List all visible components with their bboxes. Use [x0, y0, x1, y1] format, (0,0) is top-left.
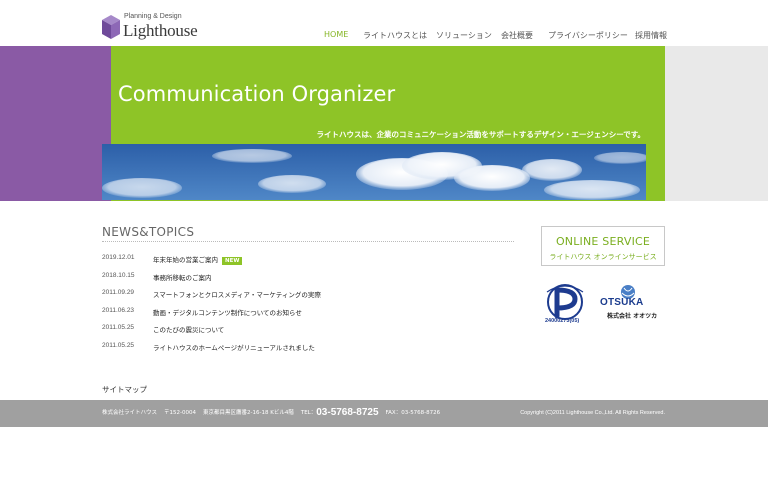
footer-address: 東京都目黒区鷹番2-16-18 Kビル4階: [203, 410, 294, 416]
footer-company: 株式会社ライトハウス: [102, 410, 158, 416]
news-date: 2011.09.29: [102, 289, 135, 296]
news-link[interactable]: スマートフォンとクロスメディア・マーケティングの実際: [153, 289, 321, 299]
news-link[interactable]: 年末年始の営業ご案内 NEW: [153, 254, 243, 265]
hero-gray-panel: [665, 46, 768, 201]
logo-subtitle: Planning & Design: [124, 13, 182, 20]
hero-purple-panel: [0, 46, 111, 201]
news-item: 2011.09.29 スマートフォンとクロスメディア・マーケティングの実際: [102, 289, 522, 307]
news-link[interactable]: 事務所移転のご案内: [153, 272, 212, 282]
nav-company[interactable]: 会社概要: [501, 30, 533, 41]
online-service-title: ONLINE SERVICE: [555, 235, 651, 248]
news-item: 2011.05.25 このたびの震災について: [102, 324, 522, 342]
news-date: 2018.10.15: [102, 271, 135, 279]
online-service-banner[interactable]: ONLINE SERVICE ライトハウス オンラインサービス: [541, 226, 665, 266]
news-title[interactable]: 年末年始の営業ご案内: [153, 256, 218, 264]
main-nav: HOME ライトハウスとは ソリューション 会社概要 プライバシーポリシー 採用…: [0, 30, 768, 42]
footer: 株式会社ライトハウス 〒152-0004 東京都目黒区鷹番2-16-18 Kビル…: [0, 400, 768, 427]
hero-title: Communication Organizer: [118, 82, 396, 106]
news-link[interactable]: 動画・デジタルコンテンツ制作についてのお知らせ: [153, 307, 302, 317]
footer-tel-label: TEL：: [300, 410, 317, 416]
nav-privacy[interactable]: プライバシーポリシー: [548, 30, 628, 41]
news-item: 2011.05.25 ライトハウスのホームページがリニューアルされました: [102, 342, 522, 360]
news-link[interactable]: ライトハウスのホームページがリニューアルされました: [153, 342, 315, 352]
sky-clouds-image: [102, 144, 646, 200]
footer-tel: 03-5768-8725: [316, 407, 379, 418]
footer-fax: FAX：03-5768-8726: [385, 410, 441, 416]
nav-home[interactable]: HOME: [324, 30, 348, 39]
news-list: 2019.12.01 年末年始の営業ご案内 NEW 2018.10.15 事務所移…: [102, 254, 522, 359]
news-link[interactable]: このたびの震災について: [153, 324, 224, 334]
nav-solutions[interactable]: ソリューション: [436, 30, 492, 41]
footer-contact: 株式会社ライトハウス 〒152-0004 東京都目黒区鷹番2-16-18 Kビル…: [102, 407, 440, 418]
news-date: 2011.06.23: [102, 306, 135, 314]
new-badge: NEW: [222, 257, 243, 265]
online-service-subtitle: ライトハウス オンラインサービス: [549, 253, 657, 261]
news-item: 2019.12.01 年末年始の営業ご案内 NEW: [102, 254, 522, 272]
news-date: 2019.12.01: [102, 254, 135, 261]
nav-about[interactable]: ライトハウスとは: [363, 30, 427, 41]
privacy-mark-number: 24000273(05): [545, 318, 580, 324]
news-date: 2011.05.25: [102, 341, 135, 349]
footer-postal: 〒152-0004: [164, 410, 196, 416]
nav-recruit[interactable]: 採用情報: [635, 30, 667, 41]
otsuka-kana: 株式会社 オオツカ: [607, 313, 658, 320]
news-heading: NEWS&TOPICS: [102, 225, 195, 239]
news-item: 2018.10.15 事務所移転のご案内: [102, 272, 522, 290]
sitemap-link[interactable]: サイトマップ: [102, 384, 147, 395]
news-divider: [102, 241, 514, 242]
news-item: 2011.06.23 動画・デジタルコンテンツ制作についてのお知らせ: [102, 307, 522, 325]
otsuka-name: OTSUKA: [600, 297, 644, 308]
news-date: 2011.05.25: [102, 324, 135, 331]
hero-tagline: ライトハウスは、企業のコミュニケーション活動をサポートするデザイン・エージェンシ…: [316, 130, 646, 139]
hero-banner: Communication Organizer ライトハウスは、企業のコミュニケ…: [0, 46, 768, 201]
footer-copyright: Copyright (C)2011 Lighthouse Co.,Ltd. Al…: [520, 410, 665, 416]
